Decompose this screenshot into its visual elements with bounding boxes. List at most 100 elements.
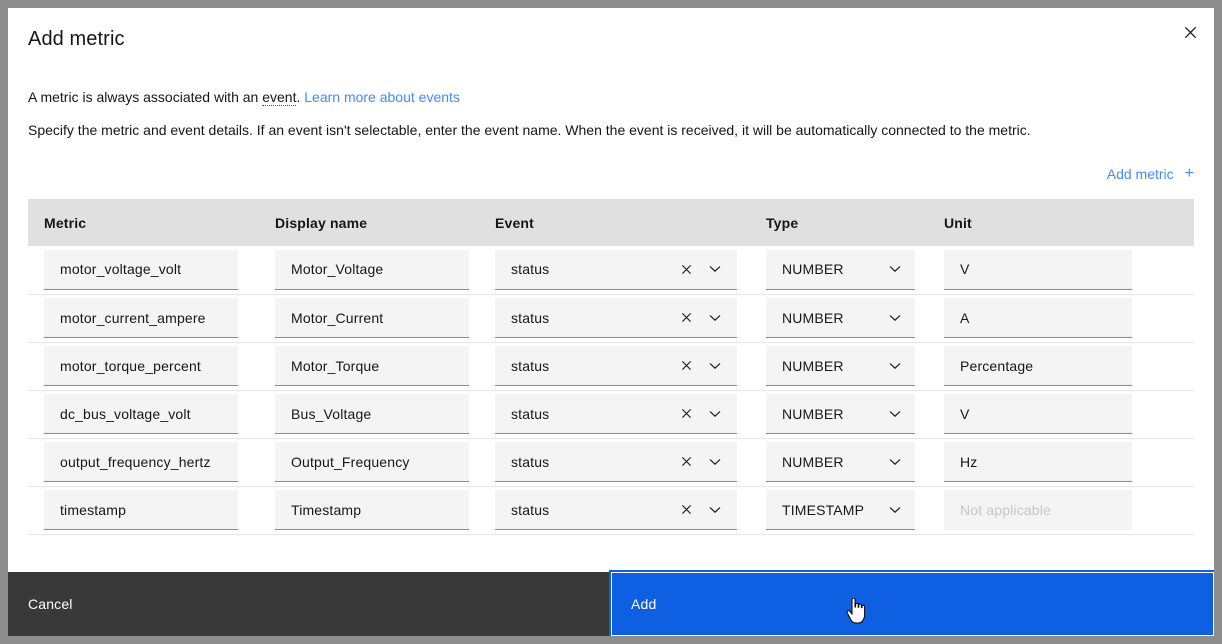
chevron-down-icon[interactable] <box>885 452 905 472</box>
cancel-button[interactable]: Cancel <box>8 572 611 636</box>
event-combobox[interactable]: status <box>495 490 737 530</box>
metric-input-value: output_frequency_hertz <box>60 453 211 470</box>
chevron-down-icon[interactable] <box>885 308 905 328</box>
type-select[interactable]: NUMBER <box>766 442 915 482</box>
table-row: motor_voltage_volt Motor_Voltage status NUM… <box>28 246 1194 295</box>
dialog-body: A metric is always associated with an ev… <box>8 53 1214 572</box>
close-button[interactable] <box>1166 8 1214 56</box>
clear-icon[interactable] <box>676 356 696 376</box>
unit-input-value: Percentage <box>960 357 1034 374</box>
event-combobox[interactable]: status <box>495 346 737 386</box>
type-select[interactable]: NUMBER <box>766 346 915 386</box>
clear-icon[interactable] <box>676 308 696 328</box>
display-name-input[interactable]: Motor_Current <box>275 298 469 338</box>
add-button[interactable]: Add <box>609 570 1214 636</box>
table-row: timestamp Timestamp status TIMESTAMP Not app… <box>28 486 1194 535</box>
metric-input[interactable]: motor_voltage_volt <box>44 249 238 290</box>
type-select-value: TIMESTAMP <box>782 501 865 518</box>
cell-type: NUMBER <box>750 438 928 487</box>
display-name-input[interactable]: Bus_Voltage <box>275 394 469 434</box>
cell-type: NUMBER <box>750 294 928 343</box>
column-header-type: Type <box>750 199 928 246</box>
event-combobox-value: status <box>511 261 550 278</box>
cell-event: status <box>479 390 750 439</box>
cell-metric: motor_voltage_volt <box>28 246 259 295</box>
chevron-down-icon[interactable] <box>705 404 725 424</box>
table-actions: Add metric + <box>28 162 1194 186</box>
metrics-table-body: motor_voltage_volt Motor_Voltage status NUM… <box>28 246 1194 535</box>
unit-input[interactable]: V <box>944 394 1132 434</box>
display-name-input[interactable]: Output_Frequency <box>275 442 469 482</box>
intro-text-before: A metric is always associated with an <box>28 89 263 105</box>
metric-input[interactable]: motor_torque_percent <box>44 346 238 386</box>
cell-metric: motor_current_ampere <box>28 294 259 343</box>
type-select-value: NUMBER <box>782 405 844 422</box>
event-combobox[interactable]: status <box>495 442 737 482</box>
metrics-table-head: Metric Display name Event Type Unit <box>28 199 1194 246</box>
cell-unit: A <box>928 294 1194 343</box>
metric-input-value: dc_bus_voltage_volt <box>60 405 191 422</box>
metric-input[interactable]: dc_bus_voltage_volt <box>44 394 238 434</box>
type-select[interactable]: TIMESTAMP <box>766 490 915 530</box>
event-term-tooltip[interactable]: event <box>262 89 297 106</box>
unit-input[interactable]: Percentage <box>944 346 1132 386</box>
unit-input[interactable]: V <box>944 249 1132 290</box>
chevron-down-icon[interactable] <box>705 308 725 328</box>
cell-display-name: Bus_Voltage <box>259 390 479 439</box>
event-combobox-value: status <box>511 453 550 470</box>
cell-event: status <box>479 438 750 487</box>
type-select[interactable]: NUMBER <box>766 394 915 434</box>
table-header-row: Metric Display name Event Type Unit <box>28 199 1194 246</box>
cell-type: NUMBER <box>750 342 928 391</box>
column-header-unit: Unit <box>928 199 1194 246</box>
metric-input-value: motor_torque_percent <box>60 357 201 374</box>
clear-icon[interactable] <box>676 404 696 424</box>
chevron-down-icon[interactable] <box>705 500 725 520</box>
unit-input-value: Hz <box>960 453 978 470</box>
cell-type: TIMESTAMP <box>750 486 928 535</box>
column-header-metric: Metric <box>28 199 259 246</box>
cell-metric: output_frequency_hertz <box>28 438 259 487</box>
add-metric-row-label: Add metric <box>1106 166 1174 182</box>
chevron-down-icon[interactable] <box>705 452 725 472</box>
unit-input[interactable]: Hz <box>944 442 1132 482</box>
unit-input[interactable]: A <box>944 298 1132 338</box>
clear-icon[interactable] <box>676 259 696 279</box>
chevron-down-icon[interactable] <box>705 356 725 376</box>
chevron-down-icon[interactable] <box>885 356 905 376</box>
cell-display-name: Motor_Current <box>259 294 479 343</box>
display-name-input-value: Bus_Voltage <box>291 405 372 422</box>
chevron-down-icon[interactable] <box>885 259 905 279</box>
unit-input-value: V <box>960 405 970 422</box>
add-metric-row-button[interactable]: Add metric + <box>1106 165 1194 183</box>
column-header-event: Event <box>479 199 750 246</box>
event-combobox-value: status <box>511 309 550 326</box>
plus-icon: + <box>1184 165 1194 182</box>
unit-input-value: A <box>960 309 970 326</box>
metric-input[interactable]: output_frequency_hertz <box>44 442 238 482</box>
chevron-down-icon[interactable] <box>885 404 905 424</box>
event-combobox[interactable]: status <box>495 298 737 338</box>
clear-icon[interactable] <box>676 500 696 520</box>
clear-icon[interactable] <box>676 452 696 472</box>
cell-display-name: Motor_Voltage <box>259 246 479 295</box>
metric-input[interactable]: timestamp <box>44 490 238 530</box>
display-name-input-value: Timestamp <box>291 501 362 518</box>
type-select[interactable]: NUMBER <box>766 298 915 338</box>
dialog-header: Add metric <box>8 8 1214 53</box>
unit-input: Not applicable <box>944 490 1132 530</box>
type-select[interactable]: NUMBER <box>766 249 915 290</box>
table-row: motor_torque_percent Motor_Torque status NU… <box>28 342 1194 391</box>
cell-event: status <box>479 342 750 391</box>
type-select-value: NUMBER <box>782 453 844 470</box>
chevron-down-icon[interactable] <box>705 259 725 279</box>
learn-more-link[interactable]: Learn more about events <box>304 89 460 105</box>
chevron-down-icon[interactable] <box>885 500 905 520</box>
display-name-input[interactable]: Timestamp <box>275 490 469 530</box>
event-combobox[interactable]: status <box>495 394 737 434</box>
display-name-input[interactable]: Motor_Torque <box>275 346 469 386</box>
cell-unit: V <box>928 390 1194 439</box>
display-name-input[interactable]: Motor_Voltage <box>275 249 469 290</box>
metric-input[interactable]: motor_current_ampere <box>44 298 238 338</box>
event-combobox[interactable]: status <box>495 249 737 290</box>
